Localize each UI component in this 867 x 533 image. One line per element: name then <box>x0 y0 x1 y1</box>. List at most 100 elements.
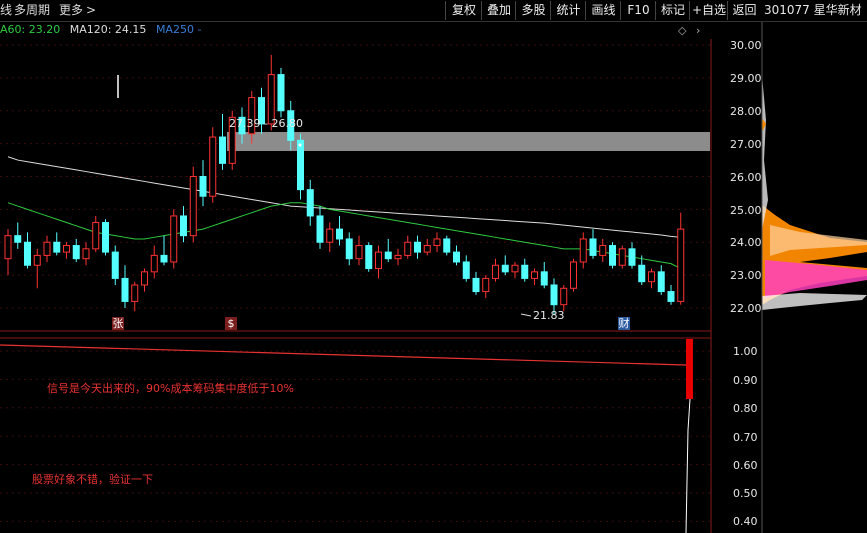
button-restore-rights[interactable]: 复权 <box>445 1 482 20</box>
candle-body <box>219 136 226 164</box>
candle-body <box>72 245 80 260</box>
candle-body <box>384 251 392 260</box>
toolbar-item-line[interactable]: 线 <box>0 0 12 21</box>
candle-body <box>199 176 207 197</box>
button-back[interactable]: 返回 <box>727 1 761 20</box>
button-mark[interactable]: 标记 <box>655 1 690 20</box>
chevron-right-icon[interactable]: › <box>696 24 700 37</box>
indicator-tick: 1.00 <box>733 345 758 358</box>
indicator-tick: 0.40 <box>733 515 758 528</box>
candle-body <box>63 245 70 253</box>
price-tick: 29.00 <box>730 72 762 85</box>
low-price-label: 21.83 <box>533 309 565 322</box>
candle-body <box>345 238 353 260</box>
candle-body <box>297 139 304 191</box>
legend-ma60: A60: 23.20 <box>0 23 61 36</box>
toolbar-item-more[interactable]: 更多 > <box>59 0 96 21</box>
candles <box>4 54 685 315</box>
candle-body <box>414 241 421 253</box>
indicator-tick: 0.60 <box>733 459 758 472</box>
candle-body <box>492 264 499 279</box>
candle-body <box>628 248 636 266</box>
chip-distribution <box>762 75 867 310</box>
marker-cai[interactable]: 财 <box>618 317 630 330</box>
candle-body <box>570 261 577 289</box>
indicator-bar <box>686 339 693 399</box>
candle-body <box>14 235 22 243</box>
low-pointer <box>520 313 532 317</box>
diamond-icon[interactable]: ◇ <box>678 24 686 37</box>
price-tick: 26.00 <box>730 171 762 184</box>
candle-body <box>82 248 90 260</box>
price-tick: 23.00 <box>730 269 762 282</box>
chevron-right-icon: > <box>86 3 97 17</box>
price-tick: 24.00 <box>730 236 762 249</box>
candle-body <box>501 264 509 273</box>
candle-body <box>560 287 568 306</box>
high-range-label: 27.39 - 26.80 <box>229 117 303 130</box>
candle-body <box>511 264 519 273</box>
marker-zhang[interactable]: 张 <box>112 317 124 330</box>
candle-body <box>589 238 597 256</box>
annotation-note-2: 股票好象不错，验证一下 <box>32 473 153 486</box>
candle-body <box>306 189 314 217</box>
annotation-note-1: 信号是今天出来的，90%成本筹码集中度低于10% <box>47 382 294 395</box>
candle-body <box>482 277 490 293</box>
price-tick: 22.00 <box>730 302 762 315</box>
candle-body <box>33 254 41 266</box>
indicator-tick: 0.50 <box>733 487 758 500</box>
candle-body <box>355 245 363 260</box>
candle-body <box>53 241 61 253</box>
candle-body <box>531 271 538 279</box>
button-multi-stock[interactable]: 多股 <box>515 1 551 20</box>
candle-body <box>433 238 441 247</box>
candle-body <box>141 271 148 286</box>
toolbar-item-multi-period[interactable]: 多周期 <box>14 0 50 21</box>
button-draw-line[interactable]: 画线 <box>585 1 621 20</box>
ma-legend: A60: 23.20 MA120: 24.15 MA250 - <box>0 21 201 39</box>
button-add-favorite[interactable]: +自选 <box>689 1 728 20</box>
candle-body <box>121 277 129 302</box>
candle-body <box>102 222 109 253</box>
candle-body <box>394 254 402 260</box>
candle-body <box>189 176 197 237</box>
grid-lines <box>0 44 711 522</box>
candle-body <box>677 228 685 302</box>
candle-body <box>540 271 548 286</box>
candle-body <box>472 277 480 293</box>
candle-body <box>326 228 334 243</box>
candle-body <box>648 271 655 283</box>
candle-body <box>131 284 139 302</box>
candle-body <box>336 228 343 240</box>
candle-body <box>277 74 285 112</box>
indicator-tick: 0.70 <box>733 431 758 444</box>
candle-body <box>92 222 100 250</box>
stock-title: 301077 星华新材 <box>764 3 862 17</box>
candle-body <box>43 241 51 256</box>
candle-body <box>618 248 626 266</box>
indicator-tick: 0.90 <box>733 374 758 387</box>
candle-body <box>638 264 646 283</box>
price-tick: 25.00 <box>730 204 762 217</box>
candle-body <box>4 235 12 260</box>
candle-body <box>180 215 187 237</box>
zone-dot <box>298 143 302 147</box>
candle-body <box>462 261 470 279</box>
candle-body <box>453 251 460 263</box>
indicator-tick: 0.80 <box>733 402 758 415</box>
price-tick: 27.00 <box>730 138 762 151</box>
price-tick: 30.00 <box>730 39 762 52</box>
candle-body <box>365 245 373 270</box>
candle-body <box>209 136 217 197</box>
candle-body <box>550 284 558 306</box>
button-overlay[interactable]: 叠加 <box>481 1 516 20</box>
candle-body <box>657 271 665 293</box>
candle-body <box>423 245 431 253</box>
candle-body <box>521 264 529 279</box>
marker-dollar[interactable]: $ <box>225 317 237 330</box>
candle-body <box>160 254 168 263</box>
button-f10[interactable]: F10 <box>620 1 656 20</box>
candle-body <box>609 245 616 266</box>
button-statistics[interactable]: 统计 <box>550 1 586 20</box>
candle-body <box>599 245 607 256</box>
